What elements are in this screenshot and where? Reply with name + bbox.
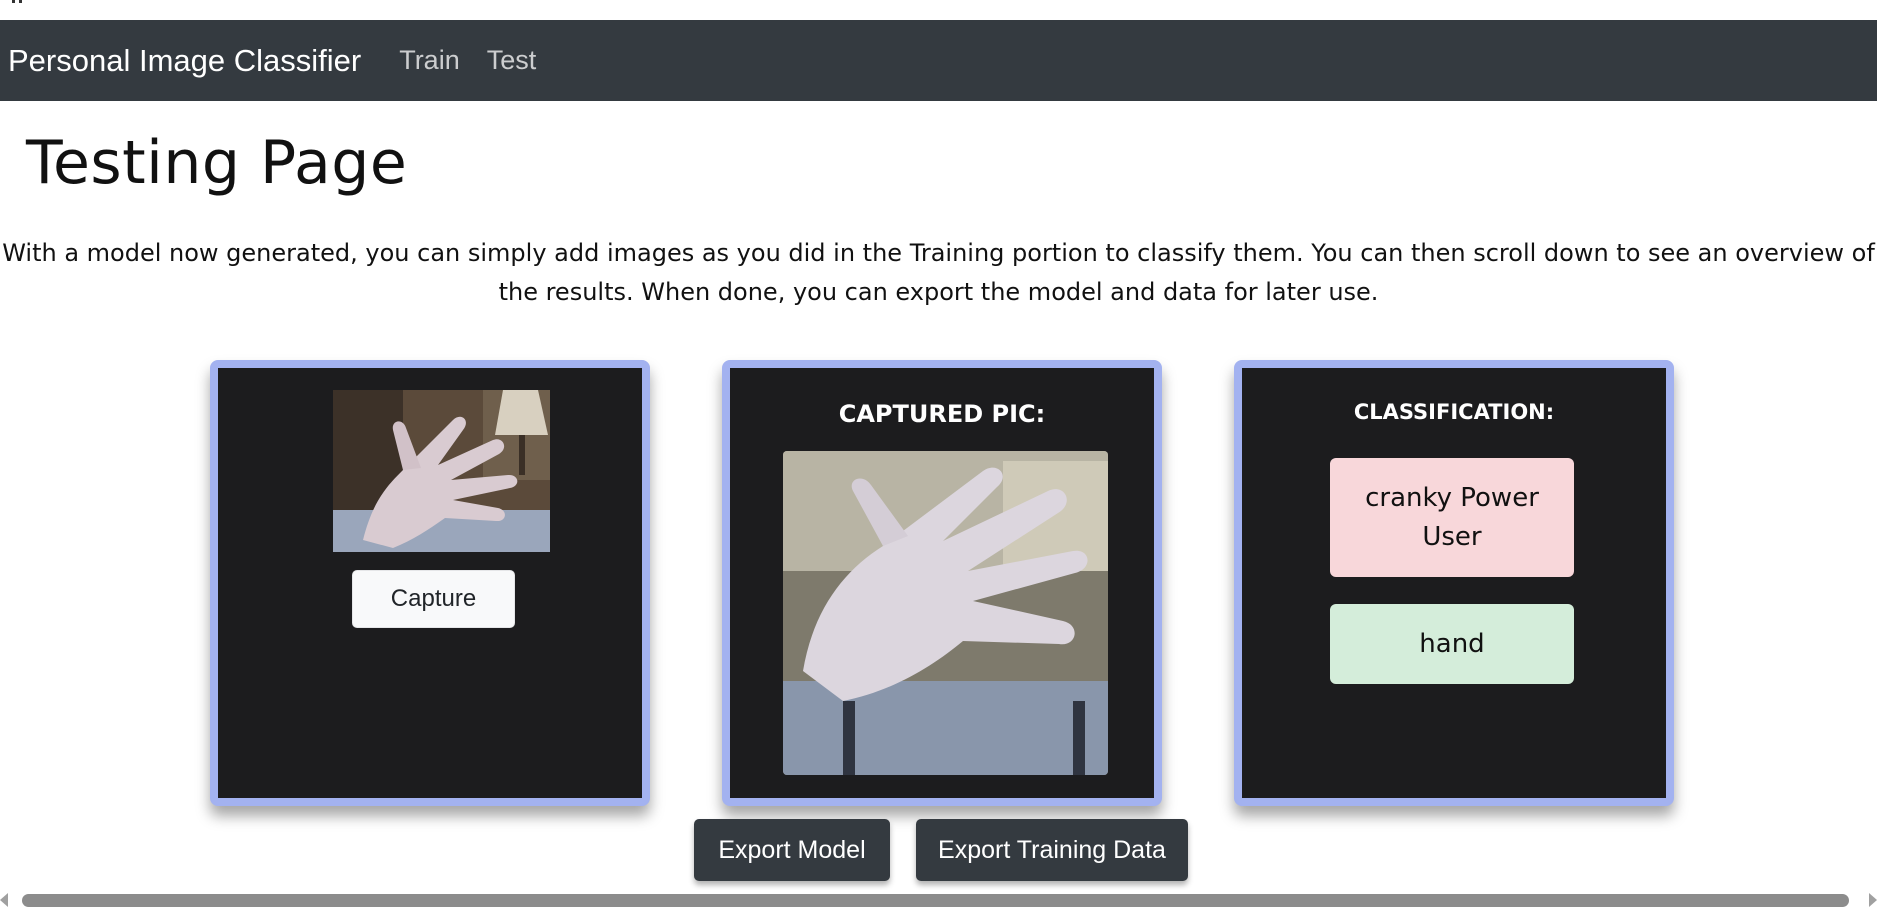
export-training-data-button[interactable]: Export Training Data [916,819,1188,881]
horizontal-scrollbar[interactable] [0,890,1877,912]
scroll-right-arrow-icon[interactable] [1869,893,1877,907]
nav-link-test[interactable]: Test [487,45,537,76]
corner-mark-icon [12,0,22,7]
webcam-hand-image [333,390,550,552]
scroll-left-arrow-icon[interactable] [0,893,8,907]
browser-top-strip [0,0,1877,20]
nav-link-train[interactable]: Train [399,45,460,76]
classification-heading: CLASSIFICATION: [1353,400,1555,424]
captured-image [783,451,1108,775]
captured-pic-heading: CAPTURED PIC: [838,400,1046,428]
navbar-brand[interactable]: Personal Image Classifier [8,43,361,79]
class-label-cranky-power-user[interactable]: cranky Power User [1330,458,1574,577]
class-label-hand[interactable]: hand [1330,604,1574,684]
webcam-card: Capture [210,360,650,806]
scrollbar-thumb[interactable] [22,894,1849,907]
webcam-preview [333,390,550,552]
page-title: Testing Page [26,128,408,198]
intro-text: With a model now generated, you can simp… [2,239,1875,306]
classification-card: CLASSIFICATION: cranky Power User hand [1234,360,1674,806]
captured-hand-image [783,451,1108,775]
captured-pic-card: CAPTURED PIC: [722,360,1162,806]
navbar: Personal Image Classifier Train Test [0,20,1877,101]
capture-button[interactable]: Capture [352,570,515,628]
export-model-button[interactable]: Export Model [694,819,890,881]
